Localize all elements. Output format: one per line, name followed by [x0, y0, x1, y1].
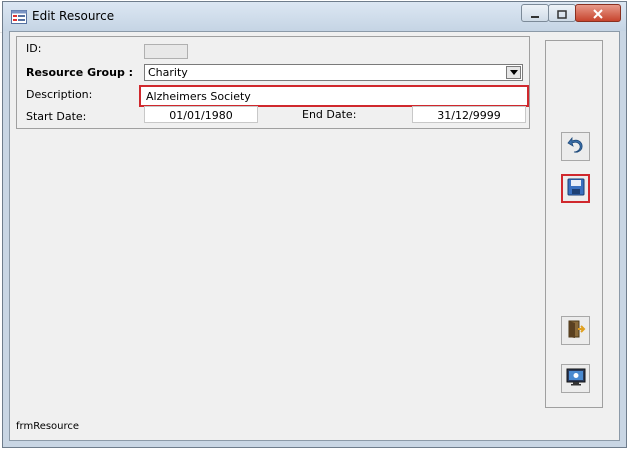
close-icon: [593, 4, 603, 23]
resource-group-value: Charity: [148, 66, 188, 79]
save-button[interactable]: [561, 174, 590, 203]
resource-group-label: Resource Group :: [26, 66, 134, 79]
exit-door-icon: [566, 319, 586, 343]
undo-button[interactable]: [561, 132, 590, 161]
restore-icon: [557, 4, 567, 23]
window-title: Edit Resource: [32, 9, 115, 23]
end-date-label: End Date:: [302, 108, 357, 121]
chevron-down-icon: [510, 70, 518, 75]
exit-button[interactable]: [561, 316, 590, 345]
monitor-icon: [566, 367, 586, 391]
title-bar[interactable]: Edit Resource: [3, 2, 626, 31]
description-field[interactable]: Alzheimers Society: [139, 85, 529, 107]
start-date-field[interactable]: 01/01/1980: [144, 106, 258, 123]
minimize-button[interactable]: [521, 4, 549, 22]
action-panel: [545, 40, 603, 408]
undo-icon: [566, 135, 586, 159]
id-field: [144, 44, 188, 59]
id-label: ID:: [26, 42, 42, 55]
display-button[interactable]: [561, 364, 590, 393]
form-body: ID: Resource Group : Charity Description…: [9, 31, 620, 441]
dropdown-button[interactable]: [506, 66, 521, 79]
minimize-icon: [530, 4, 540, 23]
resource-group-combo[interactable]: Charity: [144, 64, 523, 81]
restore-button[interactable]: [548, 4, 576, 22]
resource-details-group: ID: Resource Group : Charity Description…: [16, 36, 530, 129]
start-date-label: Start Date:: [26, 110, 87, 123]
form-name-label: frmResource: [16, 421, 80, 432]
description-label: Description:: [26, 88, 93, 101]
close-button[interactable]: [575, 4, 621, 22]
window-controls: [521, 4, 621, 22]
edit-resource-window: Edit Resource ID: Resource Group: Chari…: [2, 1, 627, 448]
save-icon: [567, 178, 585, 200]
form-icon: [11, 9, 27, 24]
end-date-field[interactable]: 31/12/9999: [412, 106, 526, 123]
